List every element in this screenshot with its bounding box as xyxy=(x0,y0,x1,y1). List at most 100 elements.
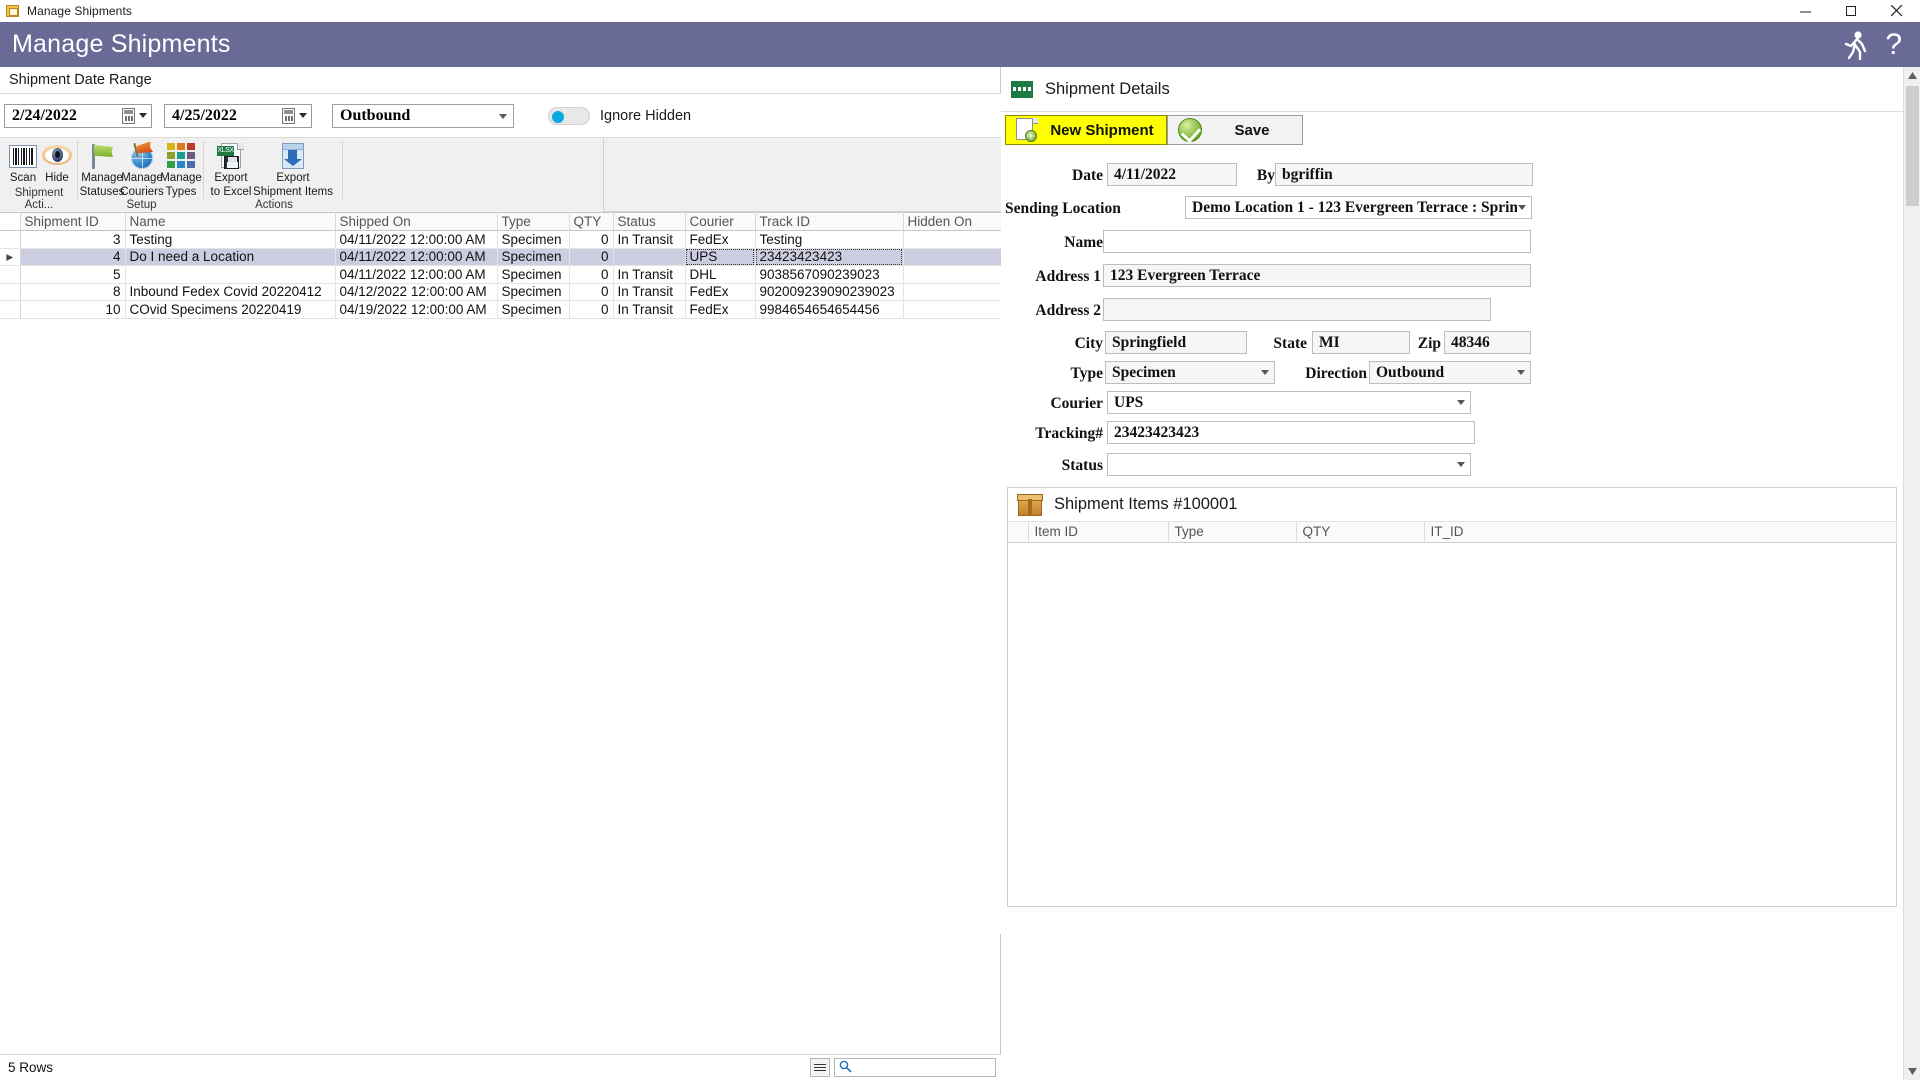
items-col-item-id[interactable]: Item ID xyxy=(1028,522,1169,543)
cell-name[interactable]: COvid Specimens 20220419 xyxy=(125,300,336,319)
cell-courier[interactable]: FedEx xyxy=(685,230,756,249)
grid-col-track-id[interactable]: Track ID xyxy=(755,212,904,231)
city-field[interactable]: Springfield xyxy=(1105,331,1247,354)
cell-hidden-on[interactable] xyxy=(903,265,1001,284)
chevron-down-icon[interactable] xyxy=(1457,462,1465,467)
scroll-up-icon[interactable] xyxy=(1904,67,1920,84)
table-row[interactable]: 3 Testing 04/11/2022 12:00:00 AM Specime… xyxy=(0,230,1001,249)
cell-track-id[interactable]: 23423423423 xyxy=(755,248,904,266)
cell-shipment-id[interactable]: 3 xyxy=(20,230,126,249)
cell-qty[interactable]: 0 xyxy=(569,230,614,249)
table-row[interactable]: 8 Inbound Fedex Covid 20220412 04/12/202… xyxy=(0,283,1001,301)
cell-hidden-on[interactable] xyxy=(903,283,1001,301)
search-input[interactable] xyxy=(834,1058,996,1077)
status-select[interactable] xyxy=(1107,453,1471,476)
cell-courier[interactable]: DHL xyxy=(685,265,756,284)
table-row[interactable]: 10 COvid Specimens 20220419 04/19/2022 1… xyxy=(0,300,1001,319)
sending-location-select[interactable]: Demo Location 1 - 123 Evergreen Terrace … xyxy=(1185,196,1532,219)
cell-name[interactable]: Testing xyxy=(125,230,336,249)
cell-type[interactable]: Specimen xyxy=(497,265,570,284)
person-running-icon[interactable] xyxy=(1843,30,1869,60)
grid-col-qty[interactable]: QTY xyxy=(569,212,614,231)
address2-field[interactable] xyxy=(1103,298,1491,321)
cell-hidden-on[interactable] xyxy=(903,300,1001,319)
manage-types-button[interactable]: Manage Types xyxy=(158,141,204,198)
ignore-hidden-toggle[interactable] xyxy=(548,106,590,125)
minimize-icon[interactable] xyxy=(1782,0,1828,22)
cell-qty[interactable]: 0 xyxy=(569,265,614,284)
details-scrollbar[interactable] xyxy=(1903,67,1920,1080)
cell-status[interactable] xyxy=(613,248,686,266)
type-select[interactable]: Specimen xyxy=(1105,361,1275,384)
date-to-input[interactable]: 4/25/2022 xyxy=(164,103,312,128)
export-shipment-items-button[interactable]: Export Shipment Items xyxy=(249,141,337,198)
grid-col-shipment-id[interactable]: Shipment ID xyxy=(20,212,126,231)
chevron-down-icon[interactable] xyxy=(1261,370,1269,375)
cell-track-id[interactable]: Testing xyxy=(755,230,904,249)
by-field[interactable]: bgriffin xyxy=(1275,163,1533,186)
cell-type[interactable]: Specimen xyxy=(497,248,570,266)
cell-status[interactable]: In Transit xyxy=(613,300,686,319)
cell-courier[interactable]: FedEx xyxy=(685,283,756,301)
date-from-input[interactable]: 2/24/2022 xyxy=(4,103,152,128)
cell-shipment-id[interactable]: 8 xyxy=(20,283,126,301)
cell-shipped-on[interactable]: 04/12/2022 12:00:00 AM xyxy=(335,283,498,301)
scroll-down-icon[interactable] xyxy=(1904,1063,1920,1080)
maximize-icon[interactable] xyxy=(1828,0,1874,22)
hide-button[interactable]: Hide xyxy=(34,141,80,187)
chevron-down-icon[interactable] xyxy=(499,113,507,119)
cell-shipped-on[interactable]: 04/11/2022 12:00:00 AM xyxy=(335,248,498,266)
grid-col-courier[interactable]: Courier xyxy=(685,212,756,231)
grid-col-hidden-on[interactable]: Hidden On xyxy=(903,212,1001,231)
grid-col-name[interactable]: Name xyxy=(125,212,336,231)
cell-type[interactable]: Specimen xyxy=(497,230,570,249)
cell-courier[interactable]: UPS xyxy=(685,248,756,266)
cell-courier[interactable]: FedEx xyxy=(685,300,756,319)
help-icon[interactable]: ? xyxy=(1885,29,1912,60)
cell-name[interactable] xyxy=(125,265,336,284)
cell-track-id[interactable]: 902009239090239023 xyxy=(755,283,904,301)
cell-shipment-id[interactable]: 5 xyxy=(20,265,126,284)
table-row[interactable]: ▸ 4 Do I need a Location 04/11/2022 12:0… xyxy=(0,248,1001,266)
courier-select[interactable]: UPS xyxy=(1107,391,1471,414)
cell-qty[interactable]: 0 xyxy=(569,248,614,266)
grid-col-type[interactable]: Type xyxy=(497,212,570,231)
cell-name[interactable]: Do I need a Location xyxy=(125,248,336,266)
new-shipment-button[interactable]: + New Shipment xyxy=(1005,115,1167,145)
close-icon[interactable] xyxy=(1874,0,1920,22)
grid-col-status[interactable]: Status xyxy=(613,212,686,231)
cell-shipped-on[interactable]: 04/11/2022 12:00:00 AM xyxy=(335,230,498,249)
shipment-items-grid[interactable]: Item ID Type QTY IT_ID xyxy=(1008,522,1897,543)
save-button[interactable]: Save xyxy=(1167,115,1303,145)
cell-qty[interactable]: 0 xyxy=(569,283,614,301)
cell-type[interactable]: Specimen xyxy=(497,283,570,301)
date-field[interactable]: 4/11/2022 xyxy=(1107,163,1237,186)
cell-status[interactable]: In Transit xyxy=(613,283,686,301)
calendar-icon[interactable] xyxy=(282,107,295,124)
name-field[interactable] xyxy=(1103,230,1531,253)
address1-field[interactable]: 123 Evergreen Terrace xyxy=(1103,264,1531,287)
items-col-type[interactable]: Type xyxy=(1168,522,1297,543)
cell-name[interactable]: Inbound Fedex Covid 20220412 xyxy=(125,283,336,301)
chevron-down-icon[interactable] xyxy=(1457,400,1465,405)
chevron-down-icon[interactable] xyxy=(299,112,307,118)
cell-hidden-on[interactable] xyxy=(903,230,1001,249)
chevron-down-icon[interactable] xyxy=(1518,205,1526,210)
cell-shipment-id[interactable]: 4 xyxy=(20,248,126,266)
cell-shipment-id[interactable]: 10 xyxy=(20,300,126,319)
grid-col-shipped-on[interactable]: Shipped On xyxy=(335,212,498,231)
calendar-icon[interactable] xyxy=(122,107,135,124)
direction-select[interactable]: Outbound xyxy=(1369,361,1531,384)
scrollbar-thumb[interactable] xyxy=(1906,86,1919,206)
zip-field[interactable]: 48346 xyxy=(1444,331,1531,354)
cell-type[interactable]: Specimen xyxy=(497,300,570,319)
cell-track-id[interactable]: 9984654654654456 xyxy=(755,300,904,319)
cell-qty[interactable]: 0 xyxy=(569,300,614,319)
shipments-grid[interactable]: Shipment ID Name Shipped On Type QTY Sta… xyxy=(0,212,1001,934)
items-col-it-id[interactable]: IT_ID xyxy=(1424,522,1897,543)
chevron-down-icon[interactable] xyxy=(139,112,147,118)
hamburger-icon[interactable] xyxy=(810,1058,830,1077)
tracking-field[interactable]: 23423423423 xyxy=(1107,421,1475,444)
items-col-qty[interactable]: QTY xyxy=(1296,522,1425,543)
state-field[interactable]: MI xyxy=(1312,331,1410,354)
